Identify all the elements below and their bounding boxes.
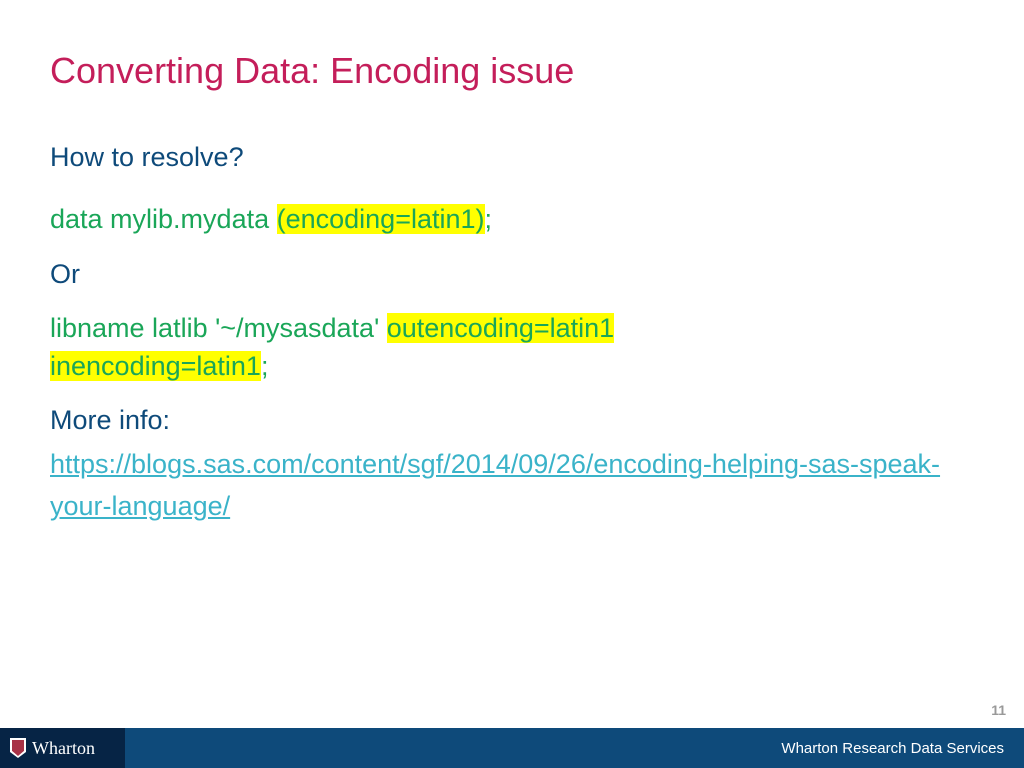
code-highlight-2b: inencoding=latin1 — [50, 351, 261, 381]
code-highlight-1: (encoding=latin1) — [277, 204, 485, 234]
code-prefix-1: data mylib.mydata — [50, 204, 277, 234]
page-number: 11 — [991, 702, 1006, 718]
footer: Wharton Wharton Research Data Services — [0, 728, 1024, 768]
info-link[interactable]: https://blogs.sas.com/content/sgf/2014/0… — [50, 449, 940, 521]
code-suffix-1: ; — [485, 204, 493, 234]
wharton-logo: Wharton — [10, 738, 95, 759]
code-line-1: data mylib.mydata (encoding=latin1); — [50, 201, 974, 239]
subtitle: How to resolve? — [50, 142, 974, 173]
code-highlight-2a: outencoding=latin1 — [387, 313, 614, 343]
shield-icon — [10, 738, 26, 758]
code-suffix-2: ; — [261, 351, 269, 381]
more-info-label: More info: — [50, 405, 974, 436]
logo-text: Wharton — [32, 738, 95, 759]
code-line-2: libname latlib '~/mysasdata' outencoding… — [50, 310, 974, 386]
code-prefix-2: libname latlib '~/mysasdata' — [50, 313, 387, 343]
slide-title: Converting Data: Encoding issue — [50, 50, 974, 92]
footer-text: Wharton Research Data Services — [781, 740, 1004, 757]
or-text: Or — [50, 259, 974, 290]
